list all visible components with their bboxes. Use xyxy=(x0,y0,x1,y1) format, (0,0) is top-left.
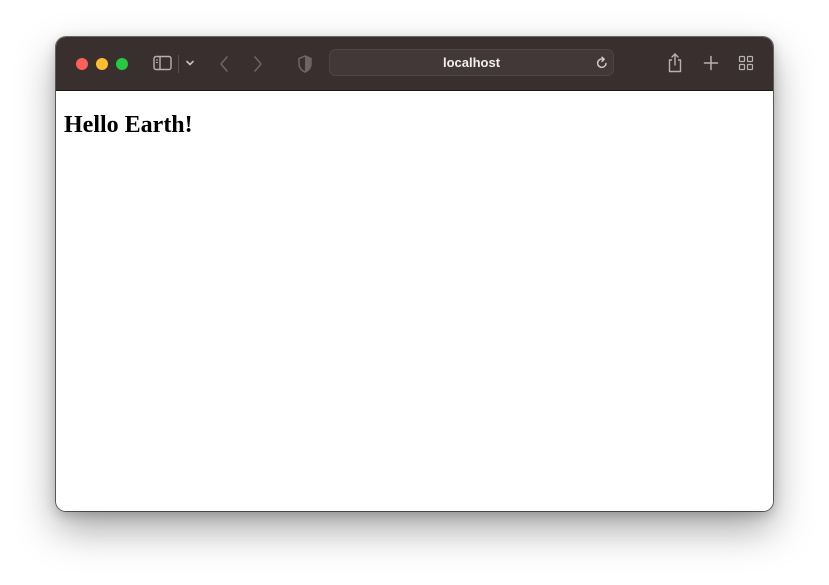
forward-button[interactable] xyxy=(250,54,266,74)
toolbar-divider xyxy=(178,55,179,73)
sidebar-toggle-button[interactable] xyxy=(153,55,173,72)
address-bar[interactable]: localhost xyxy=(329,49,614,76)
tab-overview-button[interactable] xyxy=(737,54,755,72)
new-tab-button[interactable] xyxy=(702,54,720,72)
chevron-left-icon xyxy=(220,56,228,72)
sidebar-menu-button[interactable] xyxy=(184,57,196,69)
shield-icon xyxy=(298,55,312,73)
grid-icon xyxy=(738,55,754,71)
chevron-down-icon xyxy=(186,60,194,66)
privacy-report-button[interactable] xyxy=(296,54,314,74)
reload-button[interactable] xyxy=(595,55,609,70)
chevron-right-icon xyxy=(254,56,262,72)
maximize-window-button[interactable] xyxy=(116,58,128,70)
close-window-button[interactable] xyxy=(76,58,88,70)
minimize-window-button[interactable] xyxy=(96,58,108,70)
page-heading: Hello Earth! xyxy=(64,112,193,138)
address-text[interactable]: localhost xyxy=(329,49,614,76)
plus-icon xyxy=(703,55,719,71)
sidebar-icon xyxy=(153,55,172,71)
share-icon xyxy=(668,53,682,73)
page-content: Hello Earth! xyxy=(56,91,773,511)
browser-toolbar: localhost xyxy=(56,37,773,91)
back-button[interactable] xyxy=(216,54,232,74)
reload-icon xyxy=(596,56,607,69)
browser-window: localhost Hello Earth! xyxy=(56,37,773,511)
share-button[interactable] xyxy=(666,52,684,74)
